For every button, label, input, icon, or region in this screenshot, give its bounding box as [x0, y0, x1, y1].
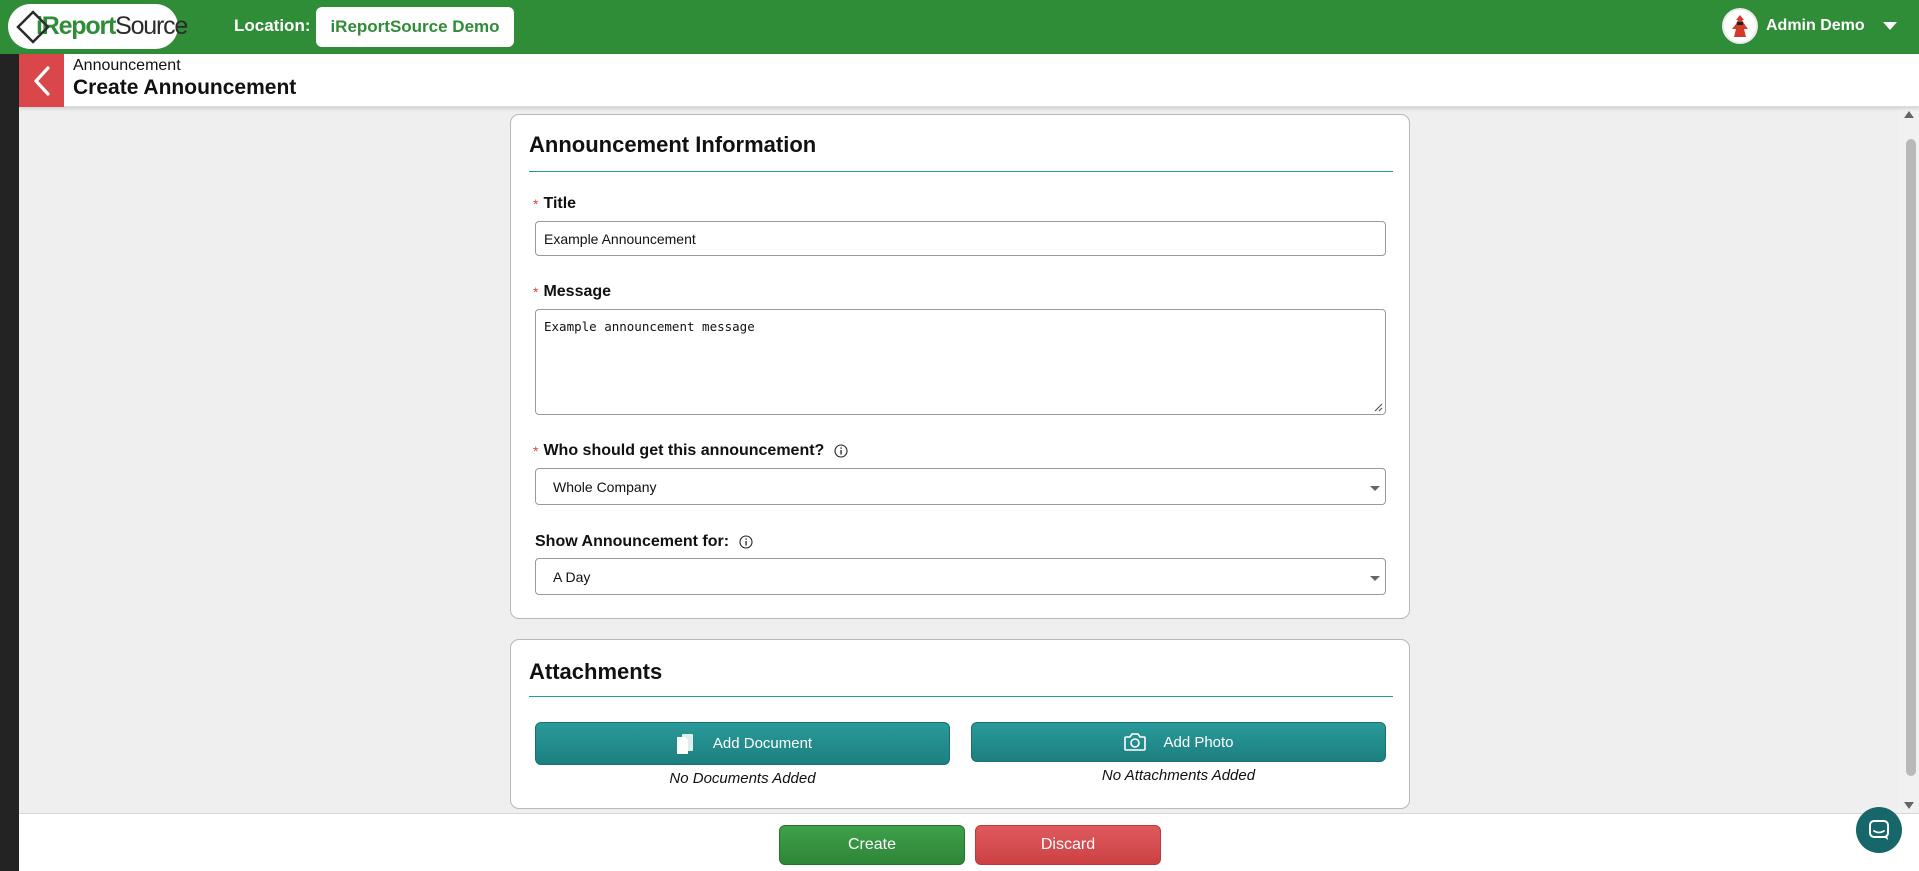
add-document-button[interactable]: Add Document	[535, 722, 950, 765]
page-title: Create Announcement	[73, 76, 297, 99]
chevron-down-icon	[1370, 576, 1380, 581]
chat-button[interactable]	[1856, 807, 1902, 853]
scroll-up-icon[interactable]	[1904, 111, 1914, 118]
discard-button[interactable]: Discard	[975, 825, 1161, 865]
duration-select[interactable]: A Day	[535, 558, 1386, 595]
required-marker: *	[533, 443, 539, 459]
message-textarea[interactable]: Example announcement message	[535, 309, 1386, 415]
resize-grip-icon[interactable]	[1374, 403, 1383, 412]
info-icon[interactable]	[739, 535, 753, 549]
top-bar: iReportSource Location: iReportSource De…	[0, 0, 1919, 54]
user-name: Admin Demo	[1766, 17, 1865, 34]
scrollbar[interactable]	[1899, 107, 1919, 813]
breadcrumb: Announcement	[73, 57, 181, 74]
page-header: Announcement Create Announcement	[19, 54, 1919, 107]
section-divider	[529, 696, 1393, 697]
title-input[interactable]: Example Announcement	[535, 221, 1386, 256]
add-photo-button[interactable]: Add Photo	[971, 722, 1386, 762]
action-bar: Create Discard	[19, 813, 1919, 871]
chevron-down-icon[interactable]	[1882, 22, 1897, 30]
attachments-card: Attachments Add Document No Documents Ad…	[510, 639, 1410, 809]
user-menu[interactable]: Admin Demo	[1722, 8, 1897, 44]
logo[interactable]: iReportSource	[8, 4, 188, 49]
location-label: Location:	[234, 16, 311, 35]
document-icon	[676, 733, 693, 754]
section-title: Announcement Information	[529, 132, 817, 157]
logo-text: iReportSource	[36, 12, 188, 40]
scroll-down-icon[interactable]	[1904, 802, 1914, 809]
recipients-select[interactable]: Whole Company	[535, 468, 1386, 505]
no-documents-text: No Documents Added	[669, 770, 816, 787]
left-edge	[0, 54, 19, 871]
message-label: * Message	[533, 283, 612, 300]
avatar	[1722, 8, 1758, 44]
section-title: Attachments	[529, 659, 663, 684]
chat-icon	[1869, 820, 1889, 840]
back-button[interactable]	[19, 54, 64, 107]
create-button[interactable]: Create	[779, 825, 965, 865]
announcement-info-card: Announcement Information * Title Example…	[510, 114, 1410, 619]
scrollbar-thumb[interactable]	[1906, 139, 1916, 776]
no-attachments-text: No Attachments Added	[1101, 767, 1256, 784]
location-selector[interactable]: iReportSource Demo	[316, 7, 514, 47]
content-area: Announcement Information * Title Example…	[19, 107, 1899, 813]
required-marker: *	[533, 284, 539, 300]
info-icon[interactable]	[834, 444, 848, 458]
camera-icon	[1124, 733, 1147, 751]
section-divider	[529, 171, 1393, 172]
required-marker: *	[533, 196, 539, 212]
chevron-left-icon	[33, 65, 50, 96]
title-label: * Title	[533, 195, 577, 212]
duration-label: Show Announcement for:	[535, 533, 753, 551]
chevron-down-icon	[1370, 486, 1380, 491]
logo-mark-icon	[16, 9, 50, 44]
recipients-label: * Who should get this announcement?	[533, 442, 848, 460]
